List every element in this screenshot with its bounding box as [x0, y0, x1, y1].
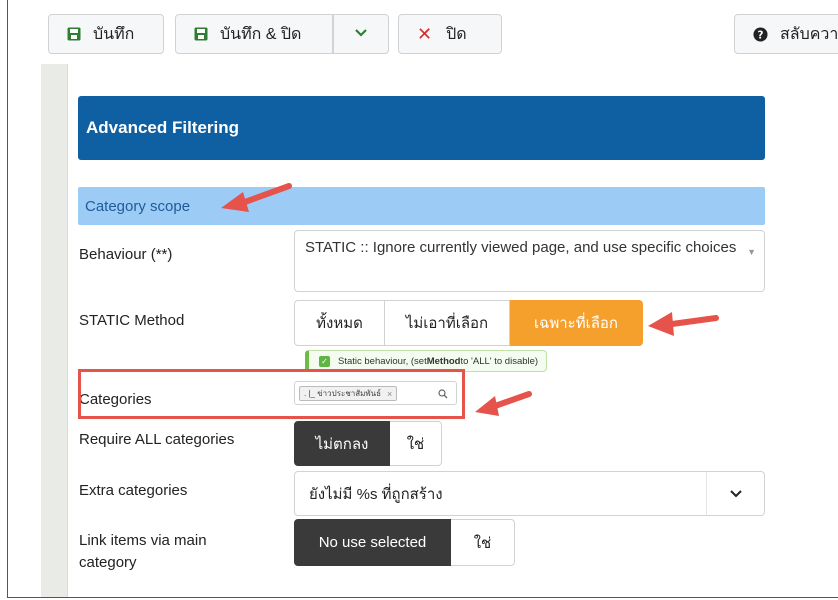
advanced-filtering-header: Advanced Filtering — [78, 96, 765, 160]
require-all-option-yes[interactable]: ใช่ — [390, 421, 442, 466]
chevron-down-icon[interactable] — [706, 472, 764, 515]
extra-categories-select[interactable]: ยังไม่มี %s ที่ถูกสร้าง — [294, 471, 765, 516]
scope-title: Category scope — [85, 197, 191, 215]
link-items-option-yes[interactable]: ใช่ — [451, 519, 515, 566]
link-items-label-line2: category — [79, 554, 137, 571]
extra-categories-value: ยังไม่มี %s ที่ถูกสร้าง — [309, 485, 443, 503]
toolbar: บันทึก บันทึก & ปิด ✕ ปิด ? สลับควา — [8, 0, 838, 64]
note-text-bold: Method — [426, 355, 461, 367]
close-label: ปิด — [446, 25, 467, 43]
svg-text:?: ? — [758, 29, 764, 41]
link-items-option-none[interactable]: No use selected — [294, 519, 451, 566]
link-items-label: Link items via main category — [79, 530, 207, 574]
note-text-after: to 'ALL' to disable) — [460, 355, 539, 367]
category-scope-bar: Category scope — [78, 187, 765, 225]
behaviour-label: Behaviour (**) — [79, 246, 173, 263]
link-items-label-line1: Link items via main — [79, 532, 207, 549]
require-all-label: Require ALL categories — [79, 431, 235, 448]
save-options-dropdown[interactable] — [333, 14, 389, 54]
chevron-down-icon — [354, 25, 368, 43]
toggle-help-button[interactable]: ? สลับควา — [734, 14, 838, 54]
save-icon — [194, 27, 208, 41]
require-all-group: ไม่ตกลง ใช่ — [294, 421, 442, 466]
link-items-group: No use selected ใช่ — [294, 519, 515, 566]
static-method-label: STATIC Method — [79, 312, 185, 329]
section-title: Advanced Filtering — [86, 118, 240, 137]
save-close-button[interactable]: บันทึก & ปิด — [175, 14, 333, 54]
save-close-label: บันทึก & ปิด — [220, 25, 302, 43]
static-method-option-exclude[interactable]: ไม่เอาที่เลือก — [385, 300, 510, 346]
help-label: สลับควา — [780, 25, 838, 43]
require-all-option-no[interactable]: ไม่ตกลง — [294, 421, 390, 466]
behaviour-value: STATIC :: Ignore currently viewed page, … — [305, 239, 737, 256]
behaviour-select[interactable]: STATIC :: Ignore currently viewed page, … — [294, 230, 765, 292]
static-method-option-all[interactable]: ทั้งหมด — [294, 300, 385, 346]
save-button[interactable]: บันทึก — [48, 14, 164, 54]
note-text-before: Static behaviour, (set — [338, 355, 427, 367]
annotation-arrow-icon — [648, 312, 719, 336]
static-method-group: ทั้งหมด ไม่เอาที่เลือก เฉพาะที่เลือก — [294, 300, 643, 346]
close-icon: ✕ — [417, 23, 433, 44]
help-icon: ? — [753, 26, 768, 42]
caret-icon: ▼ — [747, 247, 756, 257]
annotation-arrow-icon — [475, 391, 532, 416]
save-icon — [67, 27, 81, 41]
left-gutter — [41, 64, 67, 597]
close-button[interactable]: ✕ ปิด — [398, 14, 502, 54]
check-icon: ✓ — [319, 355, 330, 367]
static-method-option-include[interactable]: เฉพาะที่เลือก — [510, 300, 643, 346]
save-label: บันทึก — [93, 25, 135, 43]
app-frame: บันทึก บันทึก & ปิด ✕ ปิด ? สลับควา Adva… — [7, 0, 838, 598]
extra-categories-label: Extra categories — [79, 482, 188, 499]
categories-highlight-box — [78, 369, 465, 419]
annotation-arrow-icon — [221, 183, 292, 212]
